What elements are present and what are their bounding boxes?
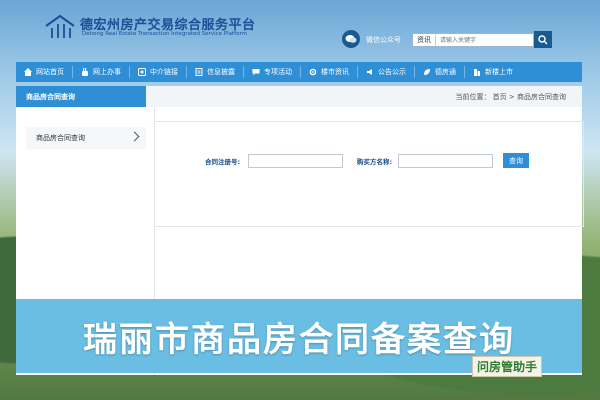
nav-item-market-news[interactable]: 楼市资讯 — [301, 62, 357, 82]
breadcrumb[interactable]: 当前位置： 首页 > 商品房合同查询 — [455, 92, 566, 102]
search-box: 资讯 — [412, 33, 534, 47]
nav-item-disclosure[interactable]: 信息披露 — [187, 62, 243, 82]
site-header: 德宏州房产交易综合服务平台 Dehong Real Estate Transac… — [0, 0, 600, 62]
nav-item-new-listings[interactable]: 新楼上市 — [465, 62, 521, 82]
wechat-label[interactable]: 微信公众号 — [366, 35, 401, 45]
nav-item-agency-links[interactable]: 中介链接 — [130, 62, 186, 82]
nav-label: 网上办事 — [93, 68, 121, 76]
announce-icon — [367, 69, 372, 75]
search-category-select[interactable]: 资讯 — [413, 34, 436, 46]
contract-number-label: 合同注册号: — [205, 158, 241, 166]
doc-icon — [195, 68, 203, 76]
main-nav: 网站首页 网上办事 中介链接 信息披露 专项活动 楼市资讯 公告公示 德房通 新… — [16, 62, 582, 82]
home-icon — [24, 68, 32, 76]
buyer-name-input[interactable] — [398, 154, 493, 168]
nav-item-defangtong[interactable]: 德房通 — [415, 62, 464, 82]
watermark-label: 问房管助手 — [472, 356, 543, 377]
nav-label: 网站首页 — [36, 68, 64, 76]
buyer-name-label: 购买方名称: — [357, 158, 393, 166]
nav-label: 专项活动 — [264, 68, 292, 76]
nav-label: 楼市资讯 — [321, 68, 349, 76]
query-form: 合同注册号: 购买方名称: 查询 — [154, 121, 584, 227]
nav-label: 德房通 — [435, 68, 456, 76]
nav-label: 信息披露 — [207, 68, 235, 76]
search-button[interactable] — [534, 31, 552, 48]
chevron-right-icon — [129, 131, 140, 142]
leaf-icon — [424, 69, 430, 75]
site-logo-subtitle: Dehong Real Estate Transaction Integrate… — [82, 31, 247, 37]
banner-title: 瑞丽市商品房合同备案查询 — [83, 319, 515, 360]
nav-item-online-service[interactable]: 网上办事 — [73, 62, 129, 82]
section-bar: 商品房合同查询 当前位置： 首页 > 商品房合同查询 — [16, 86, 582, 108]
sidebar-item-contract-query[interactable]: 商品房合同查询 — [26, 127, 146, 149]
sidebar-item-label: 商品房合同查询 — [36, 134, 85, 142]
building-icon — [474, 69, 480, 76]
search-input[interactable] — [436, 35, 524, 45]
nav-label: 中介链接 — [150, 68, 178, 76]
nav-label: 新楼上市 — [485, 68, 513, 76]
gear-icon — [309, 68, 317, 76]
contract-number-input[interactable] — [248, 154, 343, 168]
nav-label: 公告公示 — [378, 68, 406, 76]
nav-item-home[interactable]: 网站首页 — [16, 62, 72, 82]
wechat-icon[interactable] — [342, 30, 360, 48]
nav-item-announcements[interactable]: 公告公示 — [358, 62, 414, 82]
nav-item-special-events[interactable]: 专项活动 — [244, 62, 300, 82]
link-icon — [138, 68, 146, 76]
query-button[interactable]: 查询 — [503, 153, 529, 168]
logo-icon — [45, 14, 75, 38]
search-icon — [538, 34, 548, 44]
chat-icon — [252, 69, 260, 76]
hand-icon — [82, 68, 88, 76]
section-title: 商品房合同查询 — [16, 86, 146, 107]
